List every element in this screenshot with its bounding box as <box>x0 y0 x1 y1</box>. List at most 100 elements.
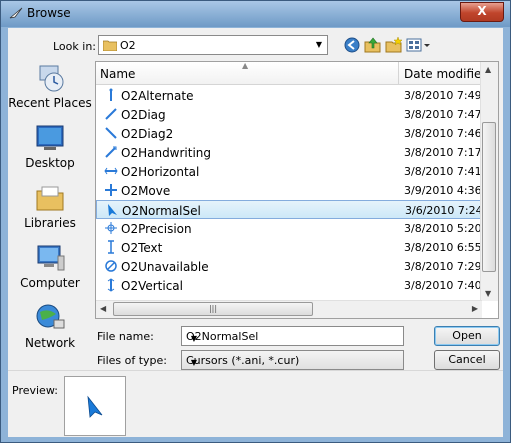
column-header: ▲ Name Date modified <box>96 61 489 85</box>
title-bar[interactable]: Browse X <box>1 1 510 27</box>
look-in-value: O2 <box>120 39 136 52</box>
normal-select-cursor-icon <box>108 204 117 216</box>
diagonal-resize-2-icon <box>105 127 117 139</box>
file-date: 3/9/2010 4:36 PM <box>404 184 482 197</box>
chevron-down-icon[interactable]: ▼ <box>311 36 327 54</box>
scroll-left-icon[interactable]: ◀ <box>100 304 106 313</box>
dialog-body: Look in: O2 ▼ Recent Places Desktop Libr… <box>8 28 503 437</box>
place-desktop[interactable]: Desktop <box>8 122 92 178</box>
computer-icon <box>37 245 65 271</box>
scroll-down-icon[interactable]: ▼ <box>485 289 491 298</box>
file-type-value: Cursors (*.ani, *.cur) <box>186 354 300 367</box>
file-name: O2Diag <box>121 108 166 122</box>
place-computer[interactable]: Computer <box>8 242 92 298</box>
file-row[interactable]: O2Vertical 3/8/2010 7:40 PM <box>96 276 482 295</box>
file-date: 3/8/2010 7:46 PM <box>404 127 482 140</box>
open-button[interactable]: Open <box>434 326 500 346</box>
file-date: 3/8/2010 7:49 PM <box>404 89 482 102</box>
browse-dialog: Browse X Look in: O2 ▼ Recent Places Des… <box>0 0 511 443</box>
file-name: O2Handwriting <box>121 146 212 160</box>
look-in-combo[interactable]: O2 ▼ <box>98 35 328 55</box>
back-icon[interactable] <box>343 36 361 54</box>
file-row[interactable]: O2Diag2 3/8/2010 7:46 PM <box>96 124 482 143</box>
place-label: Desktop <box>25 156 75 170</box>
place-libraries[interactable]: Libraries <box>8 182 92 238</box>
file-row[interactable]: O2Diag 3/8/2010 7:47 PM <box>96 105 482 124</box>
file-date: 3/8/2010 6:55 PM <box>404 241 482 254</box>
chevron-down-icon[interactable]: ▼ <box>186 330 202 348</box>
desktop-icon <box>36 125 64 150</box>
file-date: 3/8/2010 7:41 PM <box>404 165 482 178</box>
place-network[interactable]: Network <box>8 302 92 358</box>
precision-cursor-icon <box>105 222 117 234</box>
place-label: Recent Places <box>8 96 92 110</box>
file-name: O2Alternate <box>121 89 194 103</box>
file-name-input[interactable]: O2NormalSel ▼ <box>181 326 404 346</box>
file-name: O2Diag2 <box>121 127 174 141</box>
alternate-cursor-icon <box>109 88 113 101</box>
handwriting-cursor-icon <box>105 146 117 158</box>
scroll-up-icon[interactable]: ▲ <box>485 65 491 74</box>
file-type-select[interactable]: Cursors (*.ani, *.cur) ▼ <box>181 350 404 370</box>
sort-up-icon: ▲ <box>242 61 249 70</box>
place-label: Computer <box>20 276 80 290</box>
file-row[interactable]: O2Unavailable 3/8/2010 7:29 PM <box>96 257 482 276</box>
view-menu-icon[interactable] <box>406 36 432 54</box>
move-cursor-icon <box>105 184 117 196</box>
text-cursor-icon <box>108 240 114 254</box>
place-label: Network <box>24 336 76 350</box>
close-button[interactable]: X <box>460 2 504 22</box>
places-bar: Recent Places Desktop Libraries Computer… <box>8 62 92 378</box>
unavailable-cursor-icon <box>105 260 117 272</box>
window-title: Browse <box>27 6 71 20</box>
divider <box>8 370 503 371</box>
cancel-button[interactable]: Cancel <box>434 350 500 370</box>
file-date: 3/8/2010 7:29 PM <box>404 260 482 273</box>
file-date: 3/8/2010 7:17 PM <box>404 146 482 159</box>
new-folder-icon[interactable] <box>385 36 403 54</box>
file-name: O2Text <box>121 241 163 255</box>
file-name: O2Vertical <box>121 279 183 293</box>
file-row[interactable]: O2Alternate 3/8/2010 7:49 PM <box>96 86 482 105</box>
network-icon <box>36 304 65 329</box>
file-row[interactable]: O2Text 3/8/2010 6:55 PM <box>96 238 482 257</box>
preview-label: Preview: <box>12 384 58 397</box>
file-name: O2Unavailable <box>121 260 209 274</box>
file-name-label: File name: <box>97 330 154 343</box>
look-in-label: Look in: <box>53 40 96 53</box>
column-divider[interactable] <box>398 62 399 84</box>
diagonal-resize-icon <box>105 108 117 120</box>
file-row[interactable]: O2NormalSel 3/6/2010 7:24 PM <box>96 200 483 219</box>
preview-pane <box>64 376 126 436</box>
scroll-right-icon[interactable]: ▶ <box>472 304 478 313</box>
vertical-scroll-thumb[interactable] <box>482 122 496 272</box>
normal-select-cursor-icon <box>87 395 103 418</box>
cursor-icon <box>9 7 23 19</box>
file-date: 3/6/2010 7:24 PM <box>405 204 483 217</box>
file-row[interactable]: O2Move 3/9/2010 4:36 PM <box>96 181 482 200</box>
file-list[interactable]: ▲ Name Date modified O2Alternate 3/8/2010… <box>95 61 499 319</box>
libraries-icon <box>36 186 64 211</box>
file-row[interactable]: O2Horizontal 3/8/2010 7:41 PM <box>96 162 482 181</box>
horizontal-scroll-thumb[interactable]: ||| <box>113 302 313 316</box>
folder-icon <box>103 40 117 51</box>
file-name: O2Horizontal <box>121 165 200 179</box>
horizontal-resize-icon <box>104 167 118 175</box>
file-name: O2NormalSel <box>122 204 201 218</box>
place-label: Libraries <box>24 216 76 230</box>
column-name[interactable]: Name <box>100 67 135 81</box>
recent-places-icon <box>39 65 64 92</box>
file-date: 3/8/2010 7:40 PM <box>404 279 482 292</box>
place-recent-places[interactable]: Recent Places <box>8 62 92 118</box>
file-date: 3/8/2010 5:20 PM <box>404 222 482 235</box>
file-name: O2Move <box>121 184 171 198</box>
vertical-scrollbar[interactable]: ▲ ▼ <box>480 62 498 301</box>
column-date-modified[interactable]: Date modified <box>404 67 489 81</box>
file-date: 3/8/2010 7:47 PM <box>404 108 482 121</box>
file-row[interactable]: O2Handwriting 3/8/2010 7:17 PM <box>96 143 482 162</box>
vertical-resize-icon <box>107 278 115 292</box>
up-folder-icon[interactable] <box>364 36 382 54</box>
horizontal-scrollbar[interactable]: ◀ ||| ▶ <box>96 300 482 318</box>
file-name: O2Precision <box>121 222 192 236</box>
file-row[interactable]: O2Precision 3/8/2010 5:20 PM <box>96 219 482 238</box>
